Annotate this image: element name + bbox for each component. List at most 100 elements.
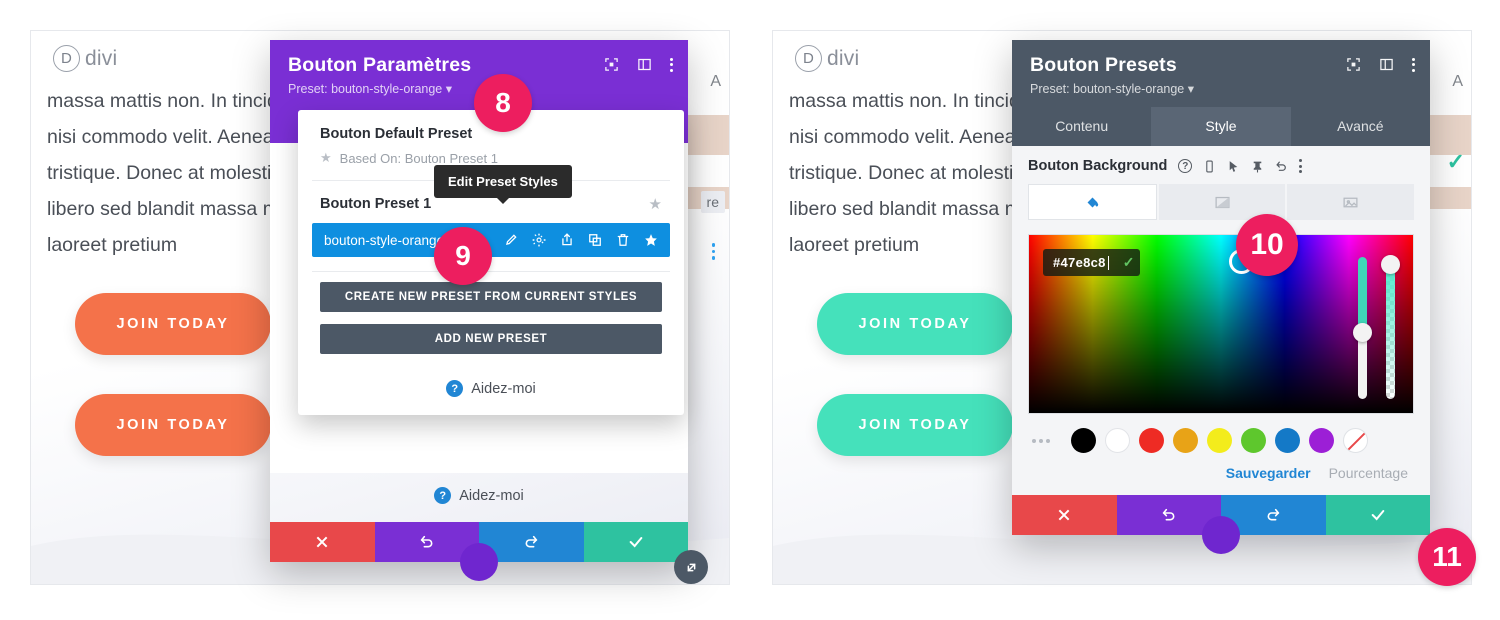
color-picker-area[interactable]: #47e8c8 ✓ bbox=[1028, 234, 1414, 414]
callout-badge-8: 8 bbox=[474, 74, 532, 132]
tab-contenu[interactable]: Contenu bbox=[1012, 107, 1151, 146]
drag-handle[interactable] bbox=[1202, 516, 1240, 554]
reset-icon[interactable] bbox=[1275, 160, 1288, 173]
modal-header: Bouton Presets Preset: bouton-style-oran… bbox=[1012, 40, 1430, 107]
undo-icon bbox=[420, 535, 433, 548]
ellipsis-icon[interactable] bbox=[1032, 438, 1050, 443]
fullscreen-icon[interactable] bbox=[1346, 57, 1361, 72]
image-icon bbox=[1343, 197, 1358, 207]
duplicate-icon[interactable] bbox=[588, 233, 602, 247]
divi-logo: D divi bbox=[795, 45, 859, 72]
modal-help-row[interactable]: ? Aidez-moi bbox=[270, 473, 688, 522]
hex-input-box[interactable]: #47e8c8 ✓ bbox=[1043, 249, 1141, 276]
bg-type-image[interactable] bbox=[1287, 184, 1415, 220]
active-preset-name: bouton-style-orange bbox=[324, 232, 445, 248]
sauvegarder-link[interactable]: Sauvegarder bbox=[1226, 465, 1311, 481]
pin-icon[interactable] bbox=[1251, 160, 1264, 173]
modal-header-icons bbox=[604, 57, 673, 72]
opacity-slider[interactable] bbox=[1386, 257, 1395, 399]
save-button[interactable] bbox=[583, 522, 688, 562]
tab-style[interactable]: Style bbox=[1151, 107, 1291, 146]
based-on-label: Based On: Bouton Preset 1 bbox=[339, 150, 498, 166]
divider bbox=[312, 271, 670, 272]
join-today-button-1[interactable]: JOIN TODAY bbox=[817, 293, 1013, 355]
join-today-button-2[interactable]: JOIN TODAY bbox=[75, 394, 271, 456]
preset-based-on: ★ Based On: Bouton Preset 1 bbox=[320, 150, 662, 166]
swatch-transparent[interactable] bbox=[1343, 428, 1368, 453]
join-today-button-2[interactable]: JOIN TODAY bbox=[817, 394, 1013, 456]
hex-value: #47e8c8 bbox=[1053, 255, 1106, 270]
close-button[interactable] bbox=[270, 522, 375, 562]
layout-icon[interactable] bbox=[637, 57, 652, 72]
divi-logo: D divi bbox=[53, 45, 117, 72]
edge-kebab-icon[interactable] bbox=[711, 243, 715, 260]
help-icon: ? bbox=[446, 380, 464, 397]
close-icon bbox=[1058, 509, 1070, 521]
callout-badge-10: 10 bbox=[1236, 214, 1298, 276]
star-icon[interactable] bbox=[644, 233, 658, 247]
opacity-slider-knob[interactable] bbox=[1381, 255, 1400, 274]
dropdown-help-row[interactable]: ? Aidez-moi bbox=[298, 366, 684, 415]
undo-icon bbox=[1162, 508, 1175, 521]
layout-icon[interactable] bbox=[1379, 57, 1394, 72]
divi-logo-text: divi bbox=[827, 46, 860, 70]
close-button[interactable] bbox=[1012, 495, 1117, 535]
trash-icon[interactable] bbox=[616, 233, 630, 247]
screenshot-stage: D divi massa mattis non. In tincidunt ni… bbox=[0, 0, 1500, 620]
swatch-white[interactable] bbox=[1105, 428, 1130, 453]
brightness-slider-knob[interactable] bbox=[1353, 323, 1372, 342]
add-preset-button[interactable]: ADD NEW PRESET bbox=[320, 324, 662, 354]
export-icon[interactable] bbox=[560, 233, 574, 247]
bouton-background-field-header: Bouton Background ? bbox=[1028, 158, 1414, 184]
edge-tab-avance[interactable]: re bbox=[700, 191, 725, 213]
edit-preset-tooltip: Edit Preset Styles bbox=[434, 165, 572, 204]
pourcentage-link[interactable]: Pourcentage bbox=[1329, 465, 1408, 481]
swatch-orange[interactable] bbox=[1173, 428, 1198, 453]
check-icon[interactable]: ✓ bbox=[1123, 254, 1135, 271]
divi-logo-mark: D bbox=[795, 45, 822, 72]
responsive-icon[interactable] bbox=[1203, 160, 1216, 173]
edge-check-icon: ✓ bbox=[1446, 149, 1465, 174]
create-preset-button[interactable]: CREATE NEW PRESET FROM CURRENT STYLES bbox=[320, 282, 662, 312]
drag-handle[interactable] bbox=[460, 543, 498, 581]
preset-1-name: Bouton Preset 1 bbox=[320, 196, 432, 212]
kebab-icon[interactable] bbox=[670, 57, 673, 72]
modal-tabs: Contenu Style Avancé bbox=[1012, 107, 1430, 146]
bg-type-color[interactable] bbox=[1028, 184, 1157, 220]
swatch-yellow[interactable] bbox=[1207, 428, 1232, 453]
swatch-green[interactable] bbox=[1241, 428, 1266, 453]
swatch-blue[interactable] bbox=[1275, 428, 1300, 453]
modal-preset-label[interactable]: Preset: bouton-style-orange ▾ bbox=[1030, 81, 1412, 96]
help-icon: ? bbox=[434, 487, 452, 504]
divi-logo-mark: D bbox=[53, 45, 80, 72]
pencil-icon[interactable] bbox=[504, 233, 518, 247]
star-icon[interactable]: ★ bbox=[649, 195, 662, 213]
close-icon bbox=[316, 536, 328, 548]
swatch-red[interactable] bbox=[1139, 428, 1164, 453]
help-icon[interactable]: ? bbox=[1178, 159, 1193, 173]
field-label: Bouton Background bbox=[1028, 158, 1168, 174]
save-button[interactable] bbox=[1325, 495, 1430, 535]
kebab-icon[interactable] bbox=[1299, 159, 1303, 173]
kebab-icon[interactable] bbox=[1412, 57, 1415, 72]
preset-1-row[interactable]: Bouton Preset 1 ★ Edit Preset Styles bbox=[298, 165, 684, 213]
fullscreen-icon[interactable] bbox=[604, 57, 619, 72]
check-icon bbox=[629, 537, 643, 548]
preset-action-icons bbox=[504, 233, 658, 247]
divi-logo-text: divi bbox=[85, 46, 118, 70]
swatch-black[interactable] bbox=[1071, 428, 1096, 453]
tab-avance[interactable]: Avancé bbox=[1291, 107, 1430, 146]
color-sub-links: Sauvegarder Pourcentage bbox=[1028, 453, 1414, 485]
swatch-purple[interactable] bbox=[1309, 428, 1334, 453]
background-type-tabs bbox=[1028, 184, 1415, 220]
modal-action-bar bbox=[270, 522, 708, 584]
gradient-icon bbox=[1214, 196, 1230, 208]
color-swatch-row bbox=[1028, 414, 1414, 453]
check-icon bbox=[1371, 510, 1385, 521]
gear-icon[interactable] bbox=[532, 233, 546, 247]
join-today-button-1[interactable]: JOIN TODAY bbox=[75, 293, 271, 355]
bouton-presets-modal: Bouton Presets Preset: bouton-style-oran… bbox=[1012, 40, 1430, 554]
resize-handle[interactable] bbox=[674, 550, 708, 584]
edge-letter: A bbox=[710, 73, 721, 90]
hover-icon[interactable] bbox=[1227, 160, 1240, 173]
